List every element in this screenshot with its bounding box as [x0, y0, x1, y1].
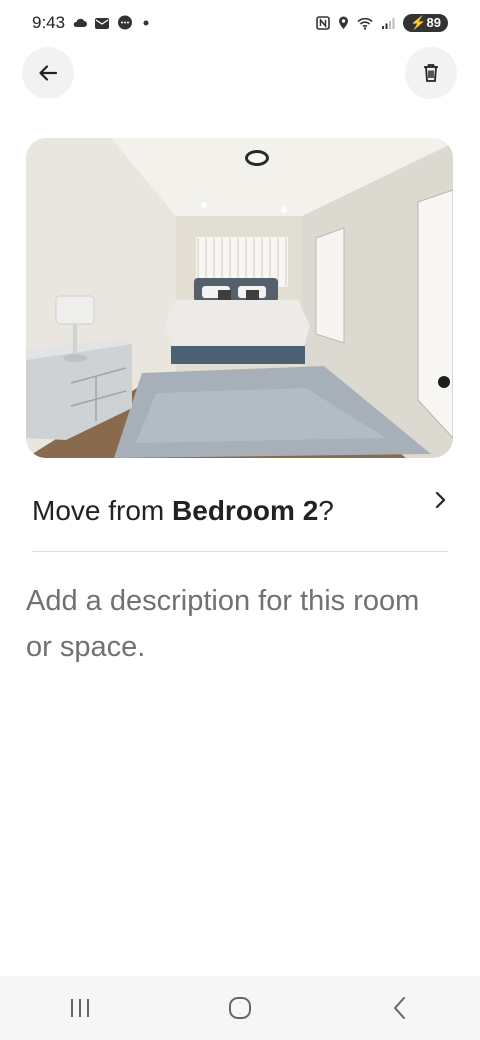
back-button[interactable] — [22, 47, 74, 99]
room-name: Bedroom 2 — [172, 495, 319, 526]
dot-icon — [143, 20, 149, 26]
wifi-icon — [357, 17, 373, 30]
back-nav-icon — [394, 997, 405, 1019]
status-right: ⚡89 — [316, 14, 448, 32]
description-field[interactable]: Add a description for this room or space… — [26, 578, 446, 670]
system-nav-bar — [0, 976, 480, 1040]
chevron-right-icon — [435, 491, 446, 509]
arrow-left-icon — [39, 65, 58, 81]
bedroom-photo — [26, 138, 453, 458]
status-left: 9:43 — [32, 13, 151, 33]
move-suffix: ? — [318, 495, 334, 526]
divider — [32, 551, 448, 552]
status-time: 9:43 — [32, 13, 66, 32]
move-room-row[interactable]: Move from Bedroom 2? — [32, 486, 448, 536]
move-room-text: Move from Bedroom 2? — [32, 495, 334, 527]
location-icon — [339, 16, 349, 29]
chat-icon — [118, 15, 133, 30]
home-icon — [229, 997, 251, 1019]
room-photo[interactable] — [26, 138, 453, 458]
signal-icon — [382, 17, 395, 29]
recents-icon — [71, 999, 89, 1017]
battery-indicator: ⚡89 — [403, 14, 448, 32]
trash-icon — [424, 64, 438, 82]
battery-level: 89 — [426, 15, 441, 30]
back-nav-button[interactable] — [370, 988, 430, 1028]
home-button[interactable] — [210, 988, 270, 1028]
cloud-icon — [73, 18, 88, 27]
mail-icon — [95, 17, 110, 29]
status-bar: 9:43 ⚡89 — [0, 0, 480, 46]
nfc-icon — [316, 16, 331, 30]
recents-button[interactable] — [50, 988, 110, 1028]
delete-button[interactable] — [405, 47, 457, 99]
move-prefix: Move from — [32, 495, 173, 526]
